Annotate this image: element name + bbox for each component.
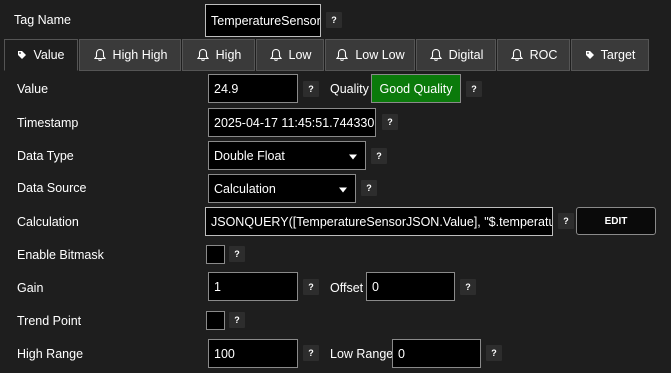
high-range-help-icon[interactable]: ?	[303, 345, 319, 361]
enable-bitmask-label: Enable Bitmask	[17, 248, 104, 262]
gain-label: Gain	[17, 281, 44, 295]
high-range-label: High Range	[17, 347, 84, 361]
value-field[interactable]: 24.9	[208, 74, 298, 103]
tab-target[interactable]: Target	[571, 39, 649, 71]
bell-icon	[336, 48, 349, 61]
tab-digital-label: Digital	[448, 48, 484, 62]
tab-low-low[interactable]: Low Low	[325, 39, 415, 71]
tab-value-label: Value	[33, 48, 65, 62]
calculation-help-icon[interactable]: ?	[558, 213, 574, 229]
tab-target-label: Target	[600, 48, 636, 62]
data-source-value: Calculation	[214, 181, 276, 196]
data-type-label: Data Type	[17, 149, 74, 163]
trend-point-checkbox[interactable]	[206, 311, 225, 330]
offset-label: Offset	[330, 281, 364, 295]
data-source-label: Data Source	[17, 181, 87, 195]
bell-icon	[93, 48, 106, 61]
tab-low-low-label: Low Low	[355, 48, 405, 62]
data-source-select[interactable]: Calculation	[208, 174, 356, 203]
bell-icon	[510, 48, 523, 61]
trend-point-label: Trend Point	[17, 314, 82, 328]
tag-name-field[interactable]: TemperatureSensor	[205, 4, 321, 37]
tab-low[interactable]: Low	[256, 39, 324, 71]
tag-icon	[18, 51, 27, 59]
tab-roc-label: ROC	[529, 48, 558, 62]
tab-digital[interactable]: Digital	[416, 39, 496, 71]
offset-field[interactable]: 0	[366, 272, 455, 301]
calculation-label: Calculation	[17, 215, 79, 229]
data-type-select[interactable]: Double Float	[208, 141, 366, 170]
tab-bar: Value High High High Low Low Low Digital…	[0, 39, 671, 72]
low-range-help-icon[interactable]: ?	[486, 345, 502, 361]
tab-high-high-label: High High	[112, 48, 168, 62]
gain-field[interactable]: 1	[208, 272, 298, 301]
tag-name-label: Tag Name	[14, 13, 71, 27]
quality-help-icon[interactable]: ?	[466, 81, 482, 97]
tab-roc[interactable]: ROC	[497, 39, 570, 71]
value-help-icon[interactable]: ?	[303, 81, 319, 97]
offset-help-icon[interactable]: ?	[460, 279, 476, 295]
tag-icon	[585, 51, 594, 59]
tab-low-label: Low	[288, 48, 312, 62]
tab-high-label: High	[215, 48, 242, 62]
low-range-label: Low Range	[330, 347, 394, 361]
high-range-field[interactable]: 100	[208, 339, 298, 368]
quality-status-badge: Good Quality	[371, 74, 461, 103]
tab-high-high[interactable]: High High	[79, 39, 181, 71]
timestamp-field[interactable]: 2025-04-17 11:45:51.7443305	[208, 108, 376, 137]
tag-name-help-icon[interactable]: ?	[326, 12, 342, 28]
enable-bitmask-help-icon[interactable]: ?	[229, 246, 245, 262]
timestamp-help-icon[interactable]: ?	[382, 114, 398, 130]
chevron-down-icon	[339, 187, 347, 192]
edit-calculation-button[interactable]: EDIT	[576, 207, 656, 235]
data-type-help-icon[interactable]: ?	[371, 148, 387, 164]
trend-point-help-icon[interactable]: ?	[229, 312, 245, 328]
value-label: Value	[17, 82, 49, 96]
enable-bitmask-checkbox[interactable]	[206, 245, 225, 264]
data-source-help-icon[interactable]: ?	[361, 180, 377, 196]
bell-icon	[429, 48, 442, 61]
gain-help-icon[interactable]: ?	[303, 279, 319, 295]
bell-icon	[196, 48, 209, 61]
bell-icon	[269, 48, 282, 61]
chevron-down-icon	[349, 154, 357, 159]
calculation-field[interactable]: JSONQUERY([TemperatureSensorJSON.Value],…	[205, 207, 553, 236]
data-type-value: Double Float	[214, 148, 285, 163]
tab-high[interactable]: High	[182, 39, 255, 71]
tab-value[interactable]: Value	[4, 39, 78, 71]
low-range-field[interactable]: 0	[392, 339, 481, 368]
timestamp-label: Timestamp	[17, 116, 79, 130]
quality-label: Quality	[330, 82, 369, 96]
